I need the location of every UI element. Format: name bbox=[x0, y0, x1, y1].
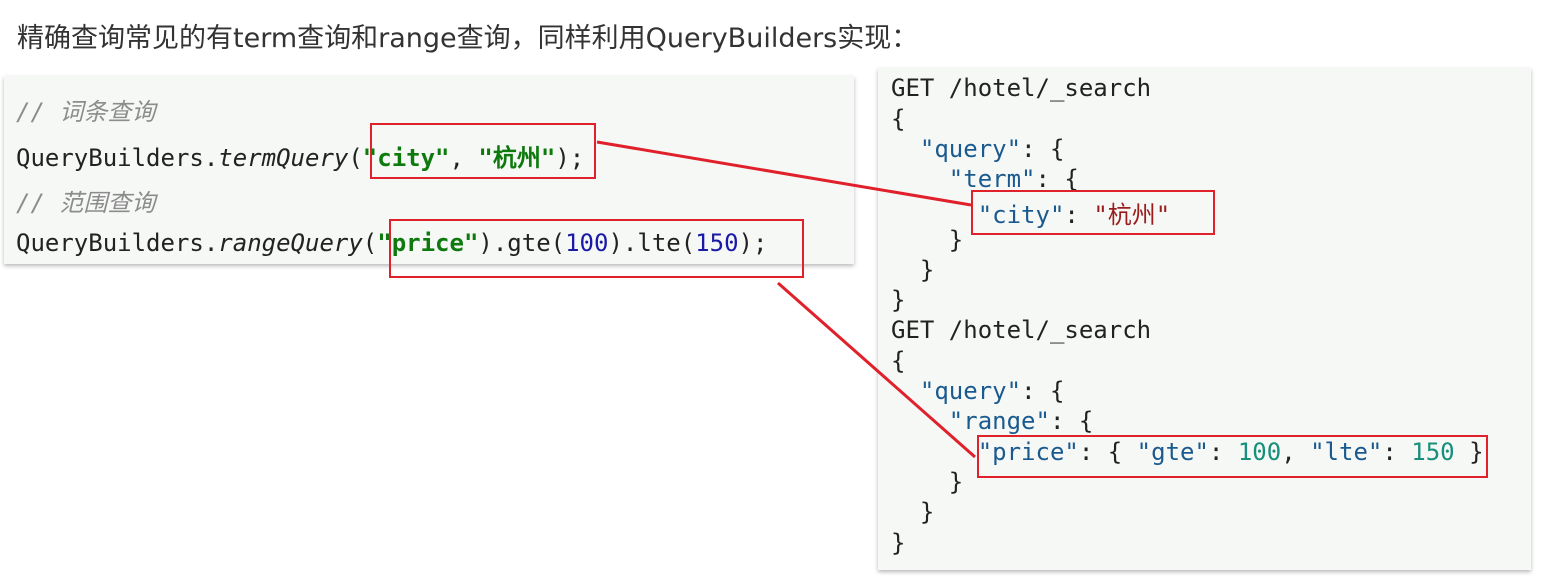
dsl-query-line: "query": { bbox=[891, 135, 1065, 163]
comment-range-query: // 范围查询 bbox=[16, 189, 156, 217]
term-colon-brace: : { bbox=[1035, 165, 1079, 193]
dsl-close-query: } bbox=[891, 256, 934, 284]
dsl-request-line-2: GET /hotel/_search bbox=[891, 316, 1152, 344]
range-call-highlight bbox=[389, 219, 804, 278]
term-args-highlight bbox=[370, 123, 596, 179]
dsl-open-brace: { bbox=[891, 105, 906, 133]
term-query-method: termQuery bbox=[218, 144, 349, 172]
comment-term-query: // 词条查询 bbox=[16, 98, 156, 126]
query-colon-brace-2: : { bbox=[1021, 377, 1065, 405]
range-key: "range" bbox=[948, 407, 1050, 435]
dsl-term-line: "term": { bbox=[891, 165, 1079, 193]
range-query-method: rangeQuery bbox=[218, 229, 363, 257]
page-heading: 精确查询常见的有term查询和range查询，同样利用QueryBuilders… bbox=[17, 23, 919, 54]
dsl-request-line-1: GET /hotel/_search bbox=[891, 74, 1152, 102]
close-brace-query: } bbox=[919, 256, 935, 284]
dsl-close-root: } bbox=[891, 286, 906, 314]
term-key: "term" bbox=[948, 165, 1036, 193]
term-query-open: ( bbox=[348, 144, 363, 172]
query-key: "query" bbox=[919, 135, 1022, 163]
query-key-2: "query" bbox=[919, 377, 1022, 405]
dsl-close-range: } bbox=[891, 468, 963, 496]
dsl-close-term: } bbox=[891, 226, 963, 254]
range-colon-brace: : { bbox=[1049, 407, 1094, 435]
price-range-highlight bbox=[977, 435, 1488, 478]
dsl-open-brace-2: { bbox=[891, 347, 906, 375]
dsl-query-line-2: "query": { bbox=[891, 377, 1065, 405]
range-query-open: ( bbox=[362, 229, 378, 257]
term-query-class: QueryBuilders. bbox=[16, 144, 219, 172]
close-brace-range: } bbox=[948, 468, 964, 496]
city-term-highlight bbox=[971, 190, 1215, 235]
dsl-code-block: GET /hotel/_search { "query": { "term": … bbox=[878, 68, 1531, 570]
close-brace-term: } bbox=[948, 226, 964, 254]
close-brace-query-2: } bbox=[919, 498, 935, 526]
dsl-range-line: "range": { bbox=[891, 407, 1094, 435]
dsl-close-query-2: } bbox=[891, 498, 934, 526]
dsl-close-root-2: } bbox=[891, 529, 906, 557]
query-colon-brace: : { bbox=[1021, 135, 1065, 163]
range-query-class: QueryBuilders. bbox=[16, 229, 219, 257]
